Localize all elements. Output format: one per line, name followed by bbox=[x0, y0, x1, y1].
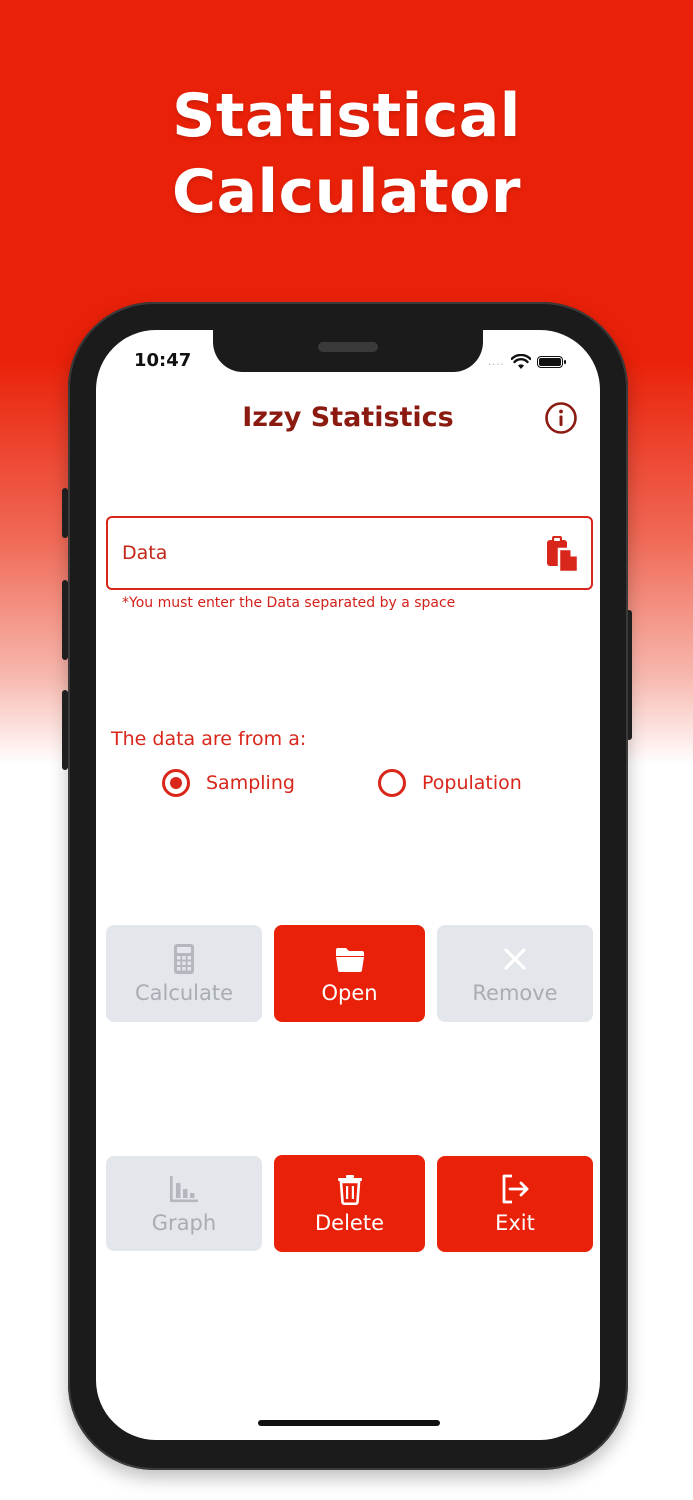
delete-button[interactable]: Delete bbox=[274, 1155, 425, 1252]
remove-button-label: Remove bbox=[472, 980, 558, 1005]
bar-chart-icon bbox=[170, 1175, 198, 1202]
app-screen bbox=[96, 330, 600, 1440]
close-icon bbox=[504, 947, 526, 970]
data-helper-text: *You must enter the Data separated by a … bbox=[122, 595, 456, 611]
data-input-field[interactable]: Data bbox=[106, 516, 593, 590]
status-time: 10:47 bbox=[134, 350, 192, 371]
radio-population-label: Population bbox=[422, 772, 522, 794]
calculator-icon bbox=[174, 943, 194, 974]
exit-button[interactable]: Exit bbox=[437, 1156, 593, 1252]
folder-icon bbox=[335, 947, 364, 972]
open-button-label: Open bbox=[321, 980, 378, 1005]
open-button[interactable]: Open bbox=[274, 925, 425, 1022]
exit-button-label: Exit bbox=[495, 1211, 535, 1235]
page-title: Izzy Statistics bbox=[242, 402, 454, 433]
status-icons: .... bbox=[488, 350, 566, 374]
radio-sampling[interactable]: Sampling bbox=[162, 766, 295, 800]
radio-sampling-circle[interactable] bbox=[162, 769, 190, 797]
graph-button[interactable]: Graph bbox=[106, 1156, 262, 1251]
radio-sampling-label: Sampling bbox=[206, 772, 295, 794]
data-input-label: Data bbox=[122, 542, 168, 564]
info-icon[interactable] bbox=[544, 401, 578, 435]
remove-button[interactable]: Remove bbox=[437, 925, 593, 1022]
promo-title: Statistical Calculator bbox=[0, 78, 693, 230]
promo-title-line1: Statistical bbox=[172, 81, 521, 151]
promo-title-line2: Calculator bbox=[172, 157, 521, 227]
radio-population[interactable]: Population bbox=[378, 766, 522, 800]
calculate-button[interactable]: Calculate bbox=[106, 925, 262, 1022]
home-indicator[interactable] bbox=[258, 1420, 440, 1426]
paste-icon[interactable] bbox=[545, 534, 581, 574]
delete-button-label: Delete bbox=[315, 1210, 384, 1235]
wifi-icon bbox=[510, 354, 531, 369]
radio-population-circle[interactable] bbox=[378, 769, 406, 797]
phone-speaker bbox=[318, 342, 378, 352]
exit-icon bbox=[502, 1174, 529, 1204]
battery-icon bbox=[536, 356, 566, 368]
source-heading: The data are from a: bbox=[111, 728, 307, 750]
graph-button-label: Graph bbox=[151, 1210, 217, 1235]
trash-icon bbox=[337, 1174, 362, 1205]
signal-dots: .... bbox=[488, 356, 505, 368]
calculate-button-label: Calculate bbox=[134, 980, 234, 1005]
